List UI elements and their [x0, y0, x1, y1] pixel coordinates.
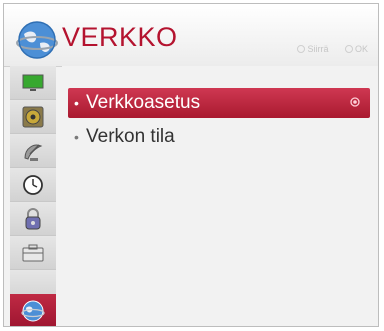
channel-icon: [24, 143, 43, 161]
page-title: VERKKO: [62, 22, 178, 52]
sidebar-item-picture[interactable]: [10, 66, 56, 100]
menu-item-verkkoasetus[interactable]: • Verkkoasetus: [68, 88, 370, 118]
settings-window: VERKKO Siirrä OK • Verkkoasetus • Verkon…: [3, 3, 379, 327]
picture-icon: [22, 74, 44, 91]
menu-item-label: Verkkoasetus: [86, 92, 201, 113]
selection-indicator-icon: [350, 97, 360, 107]
lock-icon: [25, 207, 41, 229]
sidebar-item-network[interactable]: [10, 294, 56, 326]
time-icon: [23, 174, 43, 195]
sound-icon: [22, 106, 44, 127]
sidebar-item-channel[interactable]: [10, 134, 56, 168]
hint-bar: Siirrä OK: [283, 44, 368, 54]
header: VERKKO Siirrä OK: [4, 4, 378, 67]
ok-icon: [344, 45, 353, 53]
option-icon: [22, 244, 44, 261]
bullet: •: [74, 95, 79, 111]
sidebar-item-sound[interactable]: [10, 100, 56, 134]
network-icon: [21, 300, 45, 322]
menu-item-verkon-tila[interactable]: • Verkon tila: [68, 122, 370, 152]
sidebar-item-lock[interactable]: [10, 202, 56, 236]
hint-ok: OK: [344, 44, 368, 54]
sidebar-item-time[interactable]: [10, 168, 56, 202]
menu-panel: • Verkkoasetus • Verkon tila: [62, 66, 378, 326]
sidebar-item-option[interactable]: [10, 236, 56, 270]
bullet: •: [74, 129, 79, 145]
network-globe-icon: [16, 21, 58, 59]
menu-item-label: Verkon tila: [86, 126, 175, 147]
move-icon: [297, 45, 306, 53]
hint-move: Siirrä: [297, 44, 328, 54]
sidebar: [10, 66, 56, 326]
